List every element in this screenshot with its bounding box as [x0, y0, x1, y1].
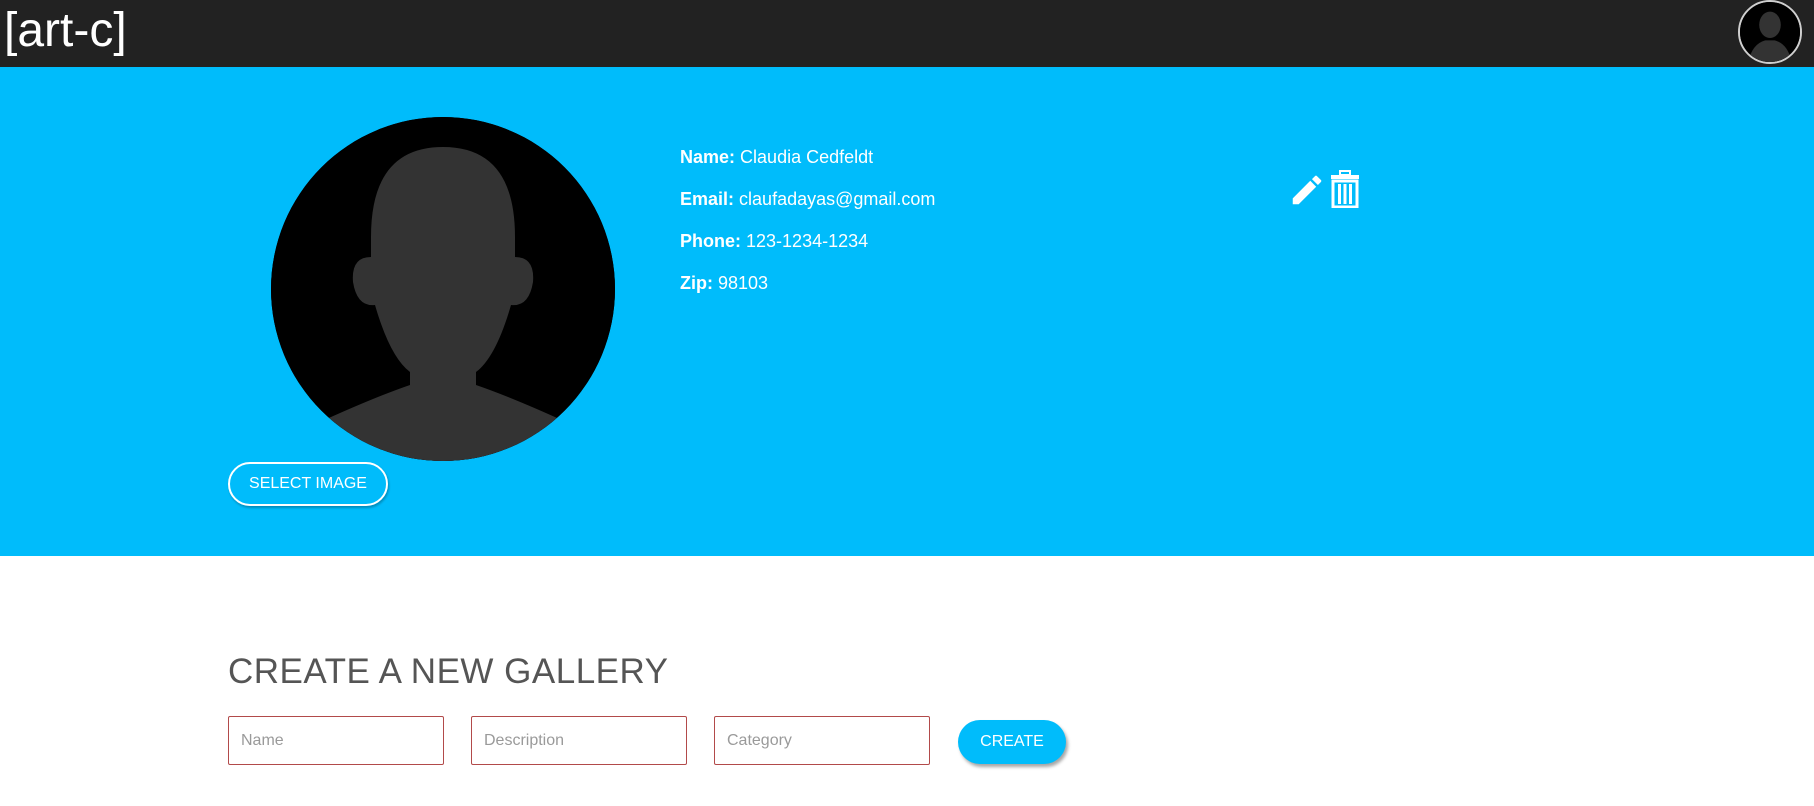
app-logo[interactable]: [art-c]	[4, 2, 127, 60]
trash-icon[interactable]	[1330, 170, 1360, 209]
pencil-icon[interactable]	[1288, 171, 1326, 209]
profile-section: SELECT IMAGE Name: Claudia Cedfeldt Emai…	[0, 67, 1814, 556]
zip-value: 98103	[718, 273, 769, 293]
email-value: claufadayas@gmail.com	[739, 189, 936, 209]
email-label: Email:	[680, 189, 735, 209]
zip-label: Zip:	[680, 273, 713, 293]
create-gallery-button[interactable]: CREATE	[958, 720, 1066, 764]
gallery-category-input[interactable]	[714, 716, 930, 765]
default-user-silhouette-icon	[271, 117, 615, 461]
phone-value: 123-1234-1234	[746, 231, 869, 251]
zip-row: Zip: 98103	[680, 273, 935, 315]
name-value: Claudia Cedfeldt	[740, 147, 874, 167]
user-avatar-icon[interactable]	[1738, 0, 1802, 64]
phone-label: Phone:	[680, 231, 741, 251]
create-gallery-heading: CREATE A NEW GALLERY	[228, 652, 669, 691]
phone-row: Phone: 123-1234-1234	[680, 231, 935, 273]
name-row: Name: Claudia Cedfeldt	[680, 147, 935, 189]
email-row: Email: claufadayas@gmail.com	[680, 189, 935, 231]
gallery-description-input[interactable]	[471, 716, 687, 765]
name-label: Name:	[680, 147, 736, 167]
top-navbar: [art-c]	[0, 0, 1814, 67]
gallery-name-input[interactable]	[228, 716, 444, 765]
profile-info: Name: Claudia Cedfeldt Email: claufadaya…	[680, 147, 935, 315]
select-image-button[interactable]: SELECT IMAGE	[228, 462, 388, 506]
